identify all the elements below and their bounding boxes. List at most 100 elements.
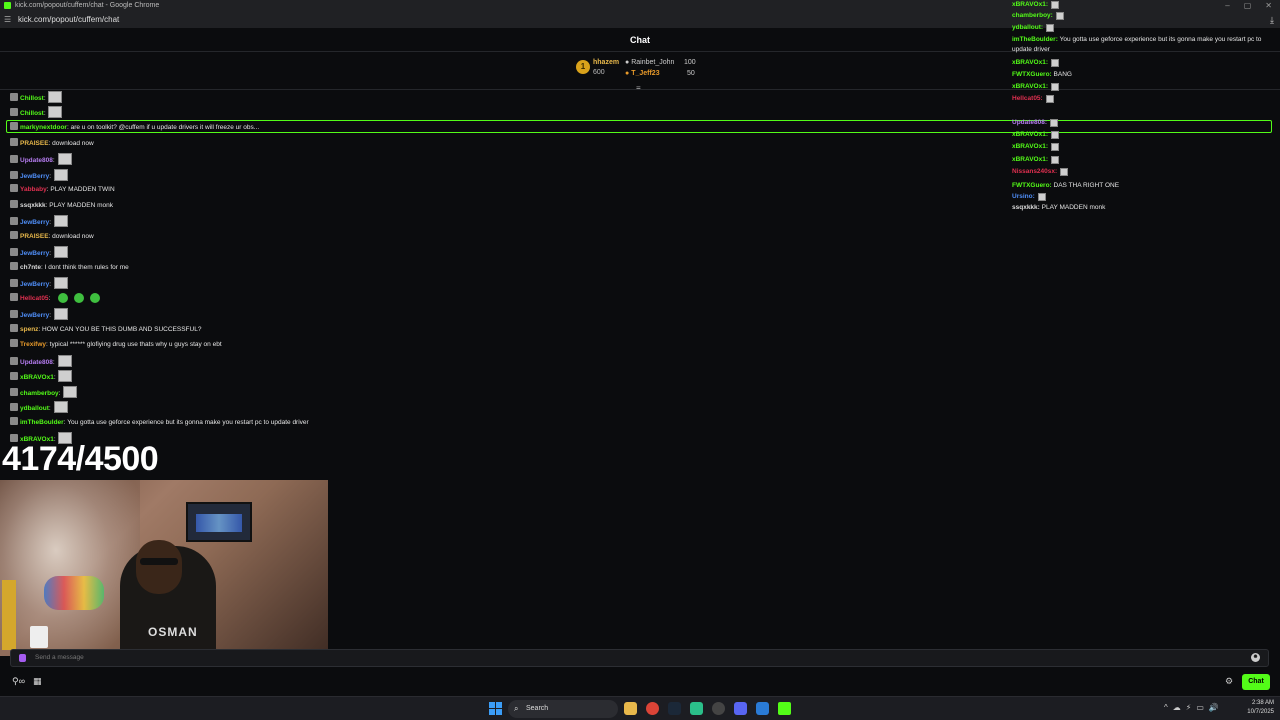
grid-icon[interactable]: ▦ [33, 676, 42, 686]
chat-separator: : [53, 374, 58, 381]
chat-username[interactable]: Update808 [20, 359, 53, 366]
mug [30, 626, 48, 648]
maximize-icon[interactable]: ▢ [1244, 1, 1252, 10]
message-input[interactable]: Send a message ☻ [10, 649, 1269, 667]
discord-icon[interactable] [734, 702, 747, 715]
app-icon-blue[interactable] [756, 702, 769, 715]
emote-icon [53, 215, 68, 227]
download-icon[interactable]: ⤓ [1270, 12, 1274, 28]
chat-username[interactable]: ydballout [20, 405, 49, 412]
chat-username[interactable]: Yabbaby [20, 186, 47, 193]
gifter-leaderboard[interactable]: 1 hhazem 600 ● Rainbet_John ● T_Jeff23 1… [574, 56, 714, 86]
windows-start-icon[interactable] [489, 702, 502, 715]
chat-username[interactable]: Trexifwy [20, 341, 46, 348]
emote-icon [1050, 131, 1059, 139]
user-badge-icon [10, 200, 18, 208]
chat-username[interactable]: ssqxkkk: [1012, 204, 1042, 211]
chat-username[interactable]: xBRAVOx1: [1012, 131, 1050, 138]
user-badge-icon [10, 108, 18, 116]
chat-username[interactable]: Chillost [20, 95, 44, 102]
chat-username[interactable]: xBRAVOx1 [20, 374, 54, 381]
app-icon-green[interactable] [690, 702, 703, 715]
chat-username[interactable]: Chillost [20, 110, 44, 117]
leaderboard-row1-value: 100 [684, 59, 696, 66]
chat-username[interactable]: Update808: [1012, 119, 1049, 126]
user-badge-icon [10, 248, 18, 256]
system-tray-icons[interactable]: ^☁⚡▭🔊 [1164, 703, 1224, 712]
minimize-icon[interactable]: – [1225, 1, 1229, 10]
chat-message: ydballout: [1012, 23, 1054, 33]
chat-username[interactable]: markynextdoor [20, 124, 67, 131]
chat-username[interactable]: PRAISEE [20, 233, 49, 240]
points-icon[interactable]: ⚲∞ [12, 676, 25, 686]
green-emote-icon [74, 293, 85, 303]
chat-username[interactable]: xBRAVOx1: [1012, 83, 1050, 90]
kick-app-icon[interactable] [778, 702, 791, 715]
chat-message: xBRAVOx1: [10, 370, 73, 383]
address-bar[interactable]: ☰ kick.com/popout/cuffem/chat ⤓ [0, 12, 1280, 28]
user-badge-icon [10, 388, 18, 396]
emoji-icon[interactable]: ☻ [1251, 653, 1260, 662]
chat-username[interactable]: Update808 [20, 157, 53, 164]
chat-message: Update808: [10, 153, 72, 166]
chat-username[interactable]: xBRAVOx1: [1012, 143, 1050, 150]
chat-message: JewBerry: [10, 246, 68, 259]
chat-username[interactable]: JewBerry [20, 219, 49, 226]
chat-username[interactable]: JewBerry [20, 250, 49, 257]
chat-username[interactable]: ssqxkkk [20, 202, 46, 209]
chat-separator: : [49, 281, 53, 288]
chat-username[interactable]: xBRAVOx1: [1012, 1, 1050, 8]
chat-username[interactable]: chamberboy: [1012, 12, 1055, 19]
chat-username[interactable]: ydballout: [1012, 24, 1045, 31]
chrome-icon[interactable] [646, 702, 659, 715]
chat-text: are u on toolkit? @cuffem if u update dr… [70, 124, 260, 131]
chat-message: Nissans240sx: [1012, 167, 1068, 177]
chat-username[interactable]: ch7nte [20, 264, 41, 271]
chat-username[interactable]: xBRAVOx1: [1012, 59, 1050, 66]
chat-username[interactable]: xBRAVOx1: [1012, 156, 1050, 163]
emote-icon [1059, 168, 1068, 176]
emote-icon [57, 355, 72, 367]
chat-message: Update808: [1012, 118, 1058, 128]
medal-icon: 1 [576, 60, 590, 74]
close-icon[interactable]: ✕ [1265, 1, 1272, 10]
chat-message: xBRAVOx1: [1012, 82, 1059, 92]
clock-time: 2:38 AM [1251, 700, 1274, 706]
file-explorer-icon[interactable] [624, 702, 637, 715]
send-chat-button[interactable]: Chat [1242, 674, 1270, 690]
chat-username[interactable]: Hellcat05: [1012, 95, 1045, 102]
chat-username[interactable]: spenz [20, 326, 38, 333]
clock[interactable]: 2:38 AM 10/7/2025 [1247, 699, 1274, 717]
emote-icon [1055, 12, 1064, 20]
screen: { "window": { "title": "kick.com/popout/… [0, 0, 1280, 720]
chat-username[interactable]: PRAISEE [20, 140, 49, 147]
chat-username[interactable]: FWTXGuero: [1012, 71, 1054, 78]
chat-message: imTheBoulder: You gotta use geforce expe… [1012, 35, 1276, 55]
chat-username[interactable]: Ursino: [1012, 193, 1037, 200]
chat-username[interactable]: JewBerry [20, 281, 49, 288]
chat-username[interactable]: JewBerry [20, 312, 49, 319]
taskbar-search[interactable]: ⌕ Search [508, 700, 618, 718]
chat-username[interactable]: imTheBoulder [20, 419, 64, 426]
chat-username[interactable]: imTheBoulder: [1012, 36, 1060, 43]
message-input-placeholder[interactable]: Send a message [35, 650, 84, 666]
window-controls[interactable]: – ▢ ✕ [1211, 0, 1272, 12]
url-text[interactable]: kick.com/popout/cuffem/chat [18, 15, 119, 24]
site-info-icon[interactable]: ☰ [4, 12, 11, 28]
chat-username[interactable]: JewBerry [20, 173, 49, 180]
emote-icon [53, 246, 68, 258]
emote-icon [1050, 156, 1059, 164]
settings-gear-icon[interactable]: ⚙ [1225, 676, 1233, 687]
chat-username[interactable]: Nissans240sx: [1012, 168, 1059, 175]
green-emote-icon [90, 293, 101, 303]
chat-username[interactable]: FWTXGuero: [1012, 182, 1054, 189]
chat-username[interactable]: chamberboy [20, 390, 59, 397]
chat-username[interactable]: Hellcat05 [20, 295, 49, 302]
leaderboard-row2-value: 50 [687, 70, 695, 77]
steam-icon[interactable] [668, 702, 681, 715]
chat-message: PRAISEE: download now [10, 231, 94, 242]
chat-separator: : [43, 95, 48, 102]
leaderboard-row1-name: ● Rainbet_John [625, 59, 675, 66]
obs-icon[interactable] [712, 702, 725, 715]
glasses [140, 558, 178, 565]
